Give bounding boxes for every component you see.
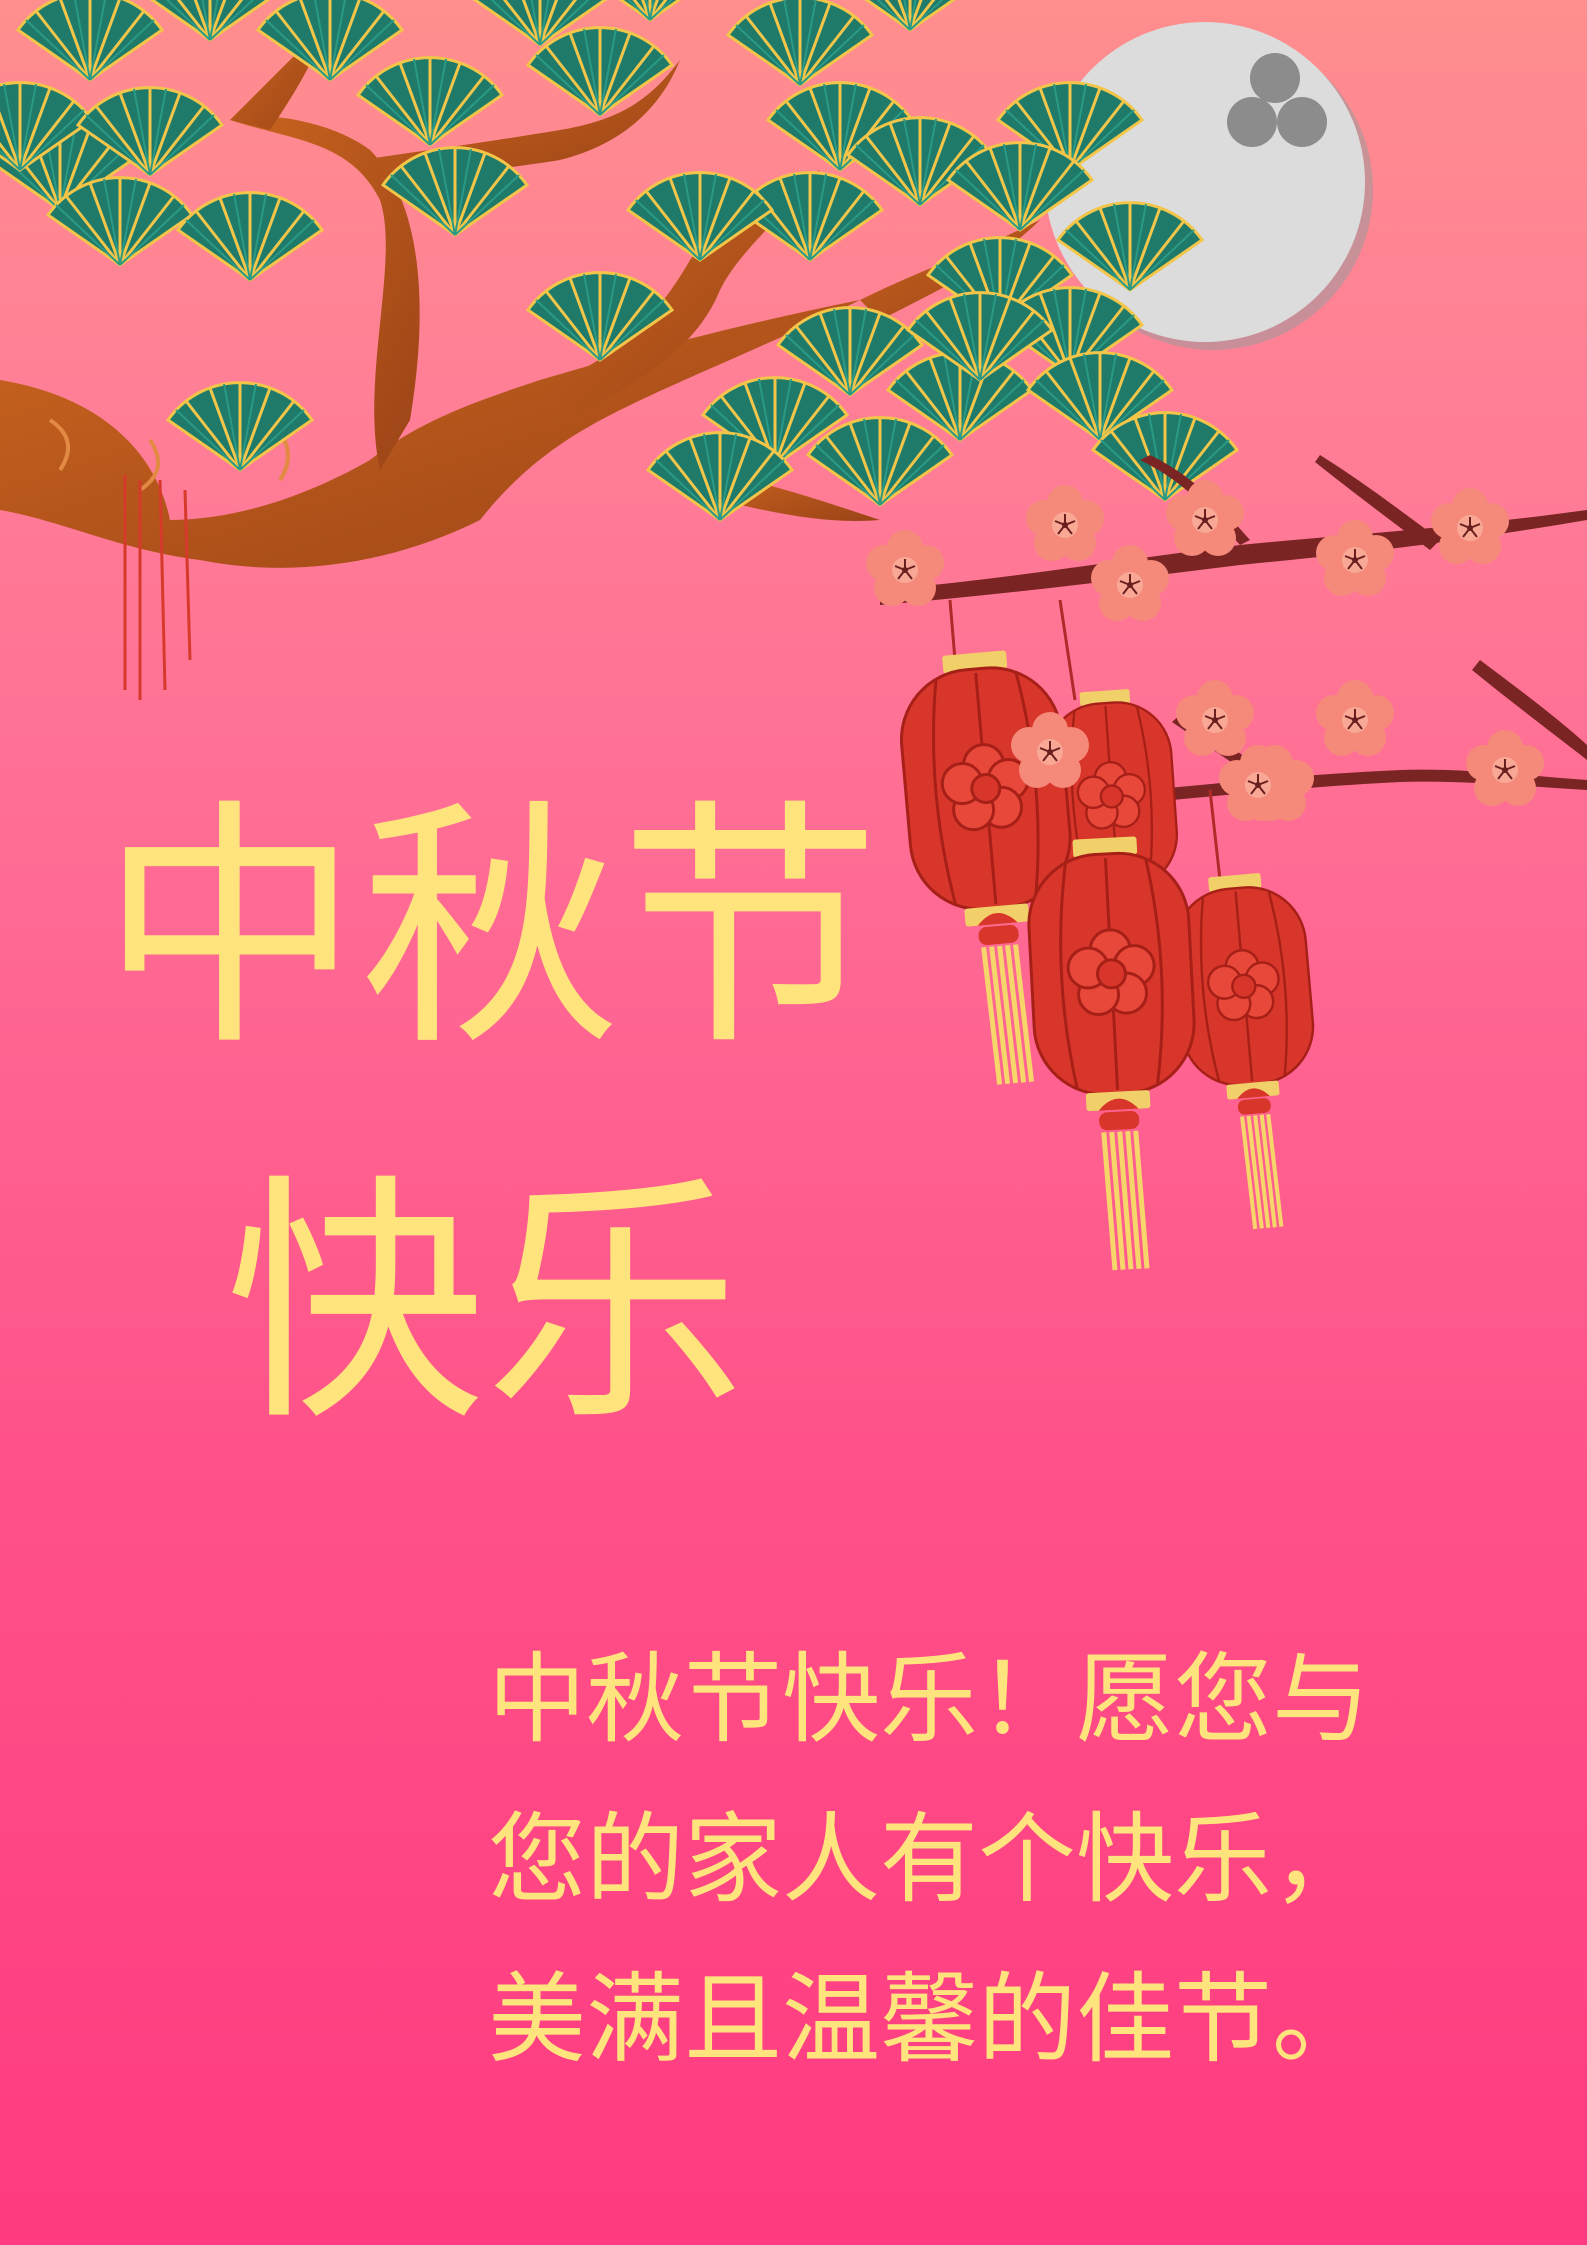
greeting-line: 中秋节快乐！愿您与: [488, 1643, 1371, 1757]
pine-tree-branch-icon: [0, 0, 1239, 700]
title-line-1: 中秋节: [100, 779, 880, 1081]
greeting-line: 您的家人有个快乐，: [488, 1803, 1371, 1917]
greeting-message: 中秋节快乐！愿您与 您的家人有个快乐， 美满且温馨的佳节。: [488, 1620, 1528, 2100]
greeting-card: 中秋节 快乐 中秋节快乐！愿您与 您的家人有个快乐， 美满且温馨的佳节。: [0, 0, 1587, 2245]
greeting-line: 美满且温馨的佳节。: [488, 1963, 1371, 2077]
title-line-2: 快乐: [225, 1154, 745, 1456]
red-lantern-icon: [894, 599, 1330, 1274]
